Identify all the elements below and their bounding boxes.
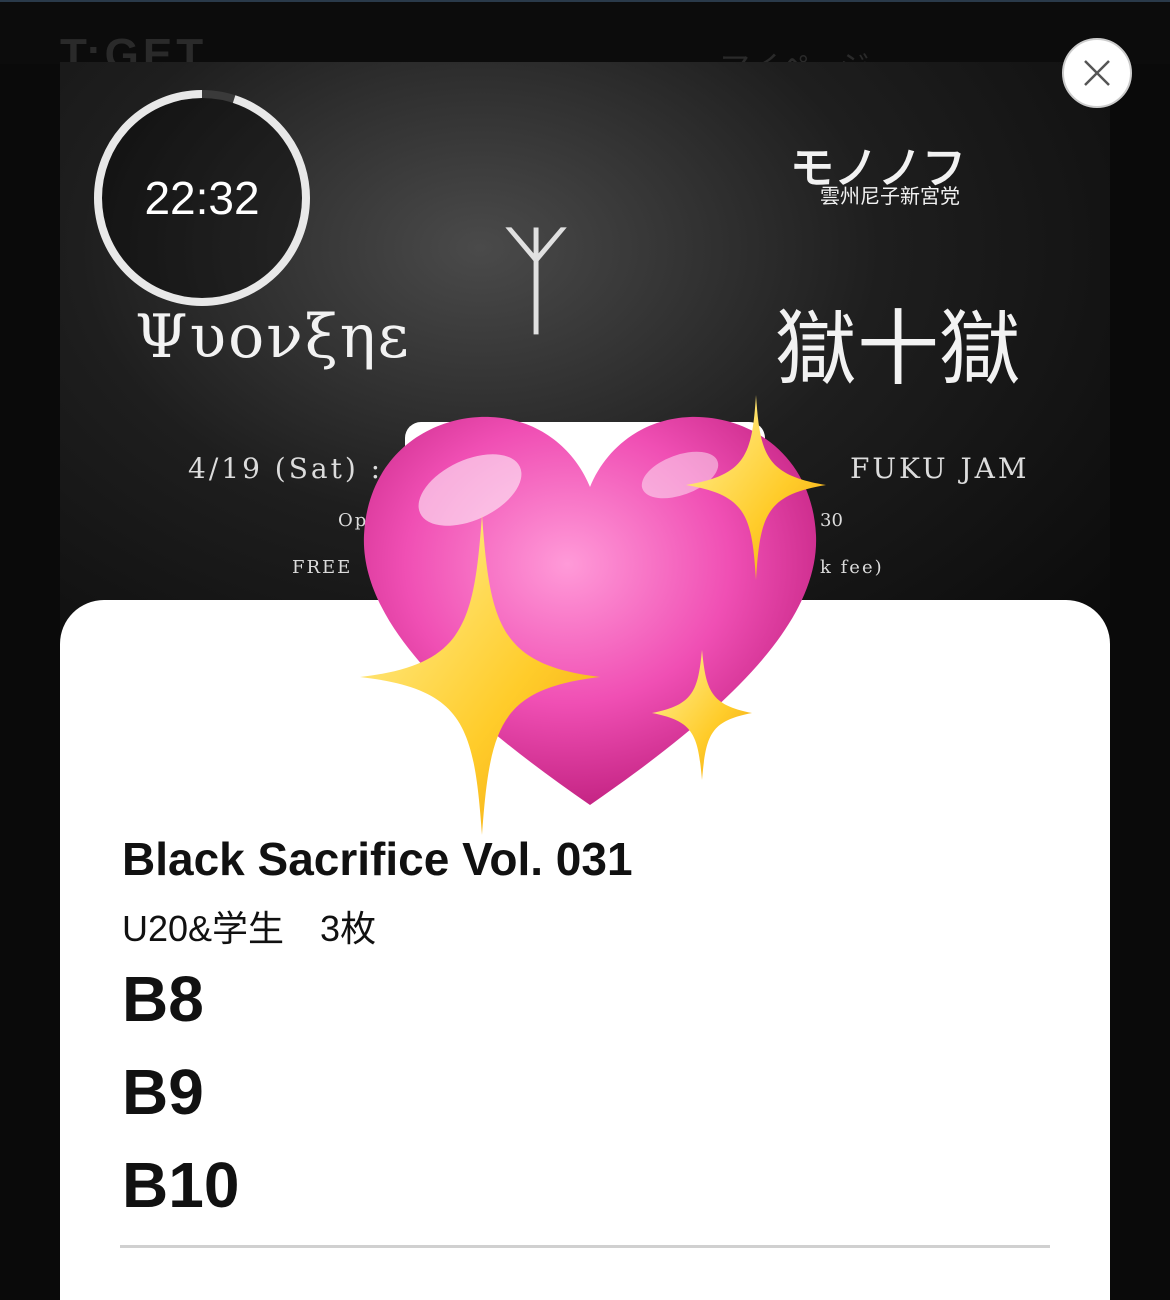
timer-time: 22:32: [144, 172, 260, 224]
close-icon: [1084, 60, 1110, 86]
seat-number: B8: [122, 963, 204, 1035]
countdown-timer: 22:32: [92, 88, 312, 308]
event-title: Black Sacrifice Vol. 031: [122, 833, 633, 885]
sparkling-heart-icon: [360, 395, 826, 835]
seat-number: B9: [122, 1056, 204, 1128]
close-button[interactable]: [1062, 38, 1132, 108]
divider: [120, 1245, 1050, 1248]
flyer-venue: FUKU JAM: [850, 452, 1030, 485]
seat-number: B10: [122, 1149, 240, 1221]
top-navigation-bar: T:GET マイページ: [0, 0, 1170, 84]
band-subtitle: 雲州尼子新宮党: [820, 184, 960, 208]
flyer-free-left: FREE: [292, 557, 353, 578]
band-logo-center: ᛉ: [500, 212, 572, 351]
ticket-type: U20&学生 3枚: [122, 908, 377, 949]
band-logo-right: 獄十獄: [775, 302, 1022, 397]
band-name-psyonxene: Ψυονξηε: [135, 302, 411, 372]
